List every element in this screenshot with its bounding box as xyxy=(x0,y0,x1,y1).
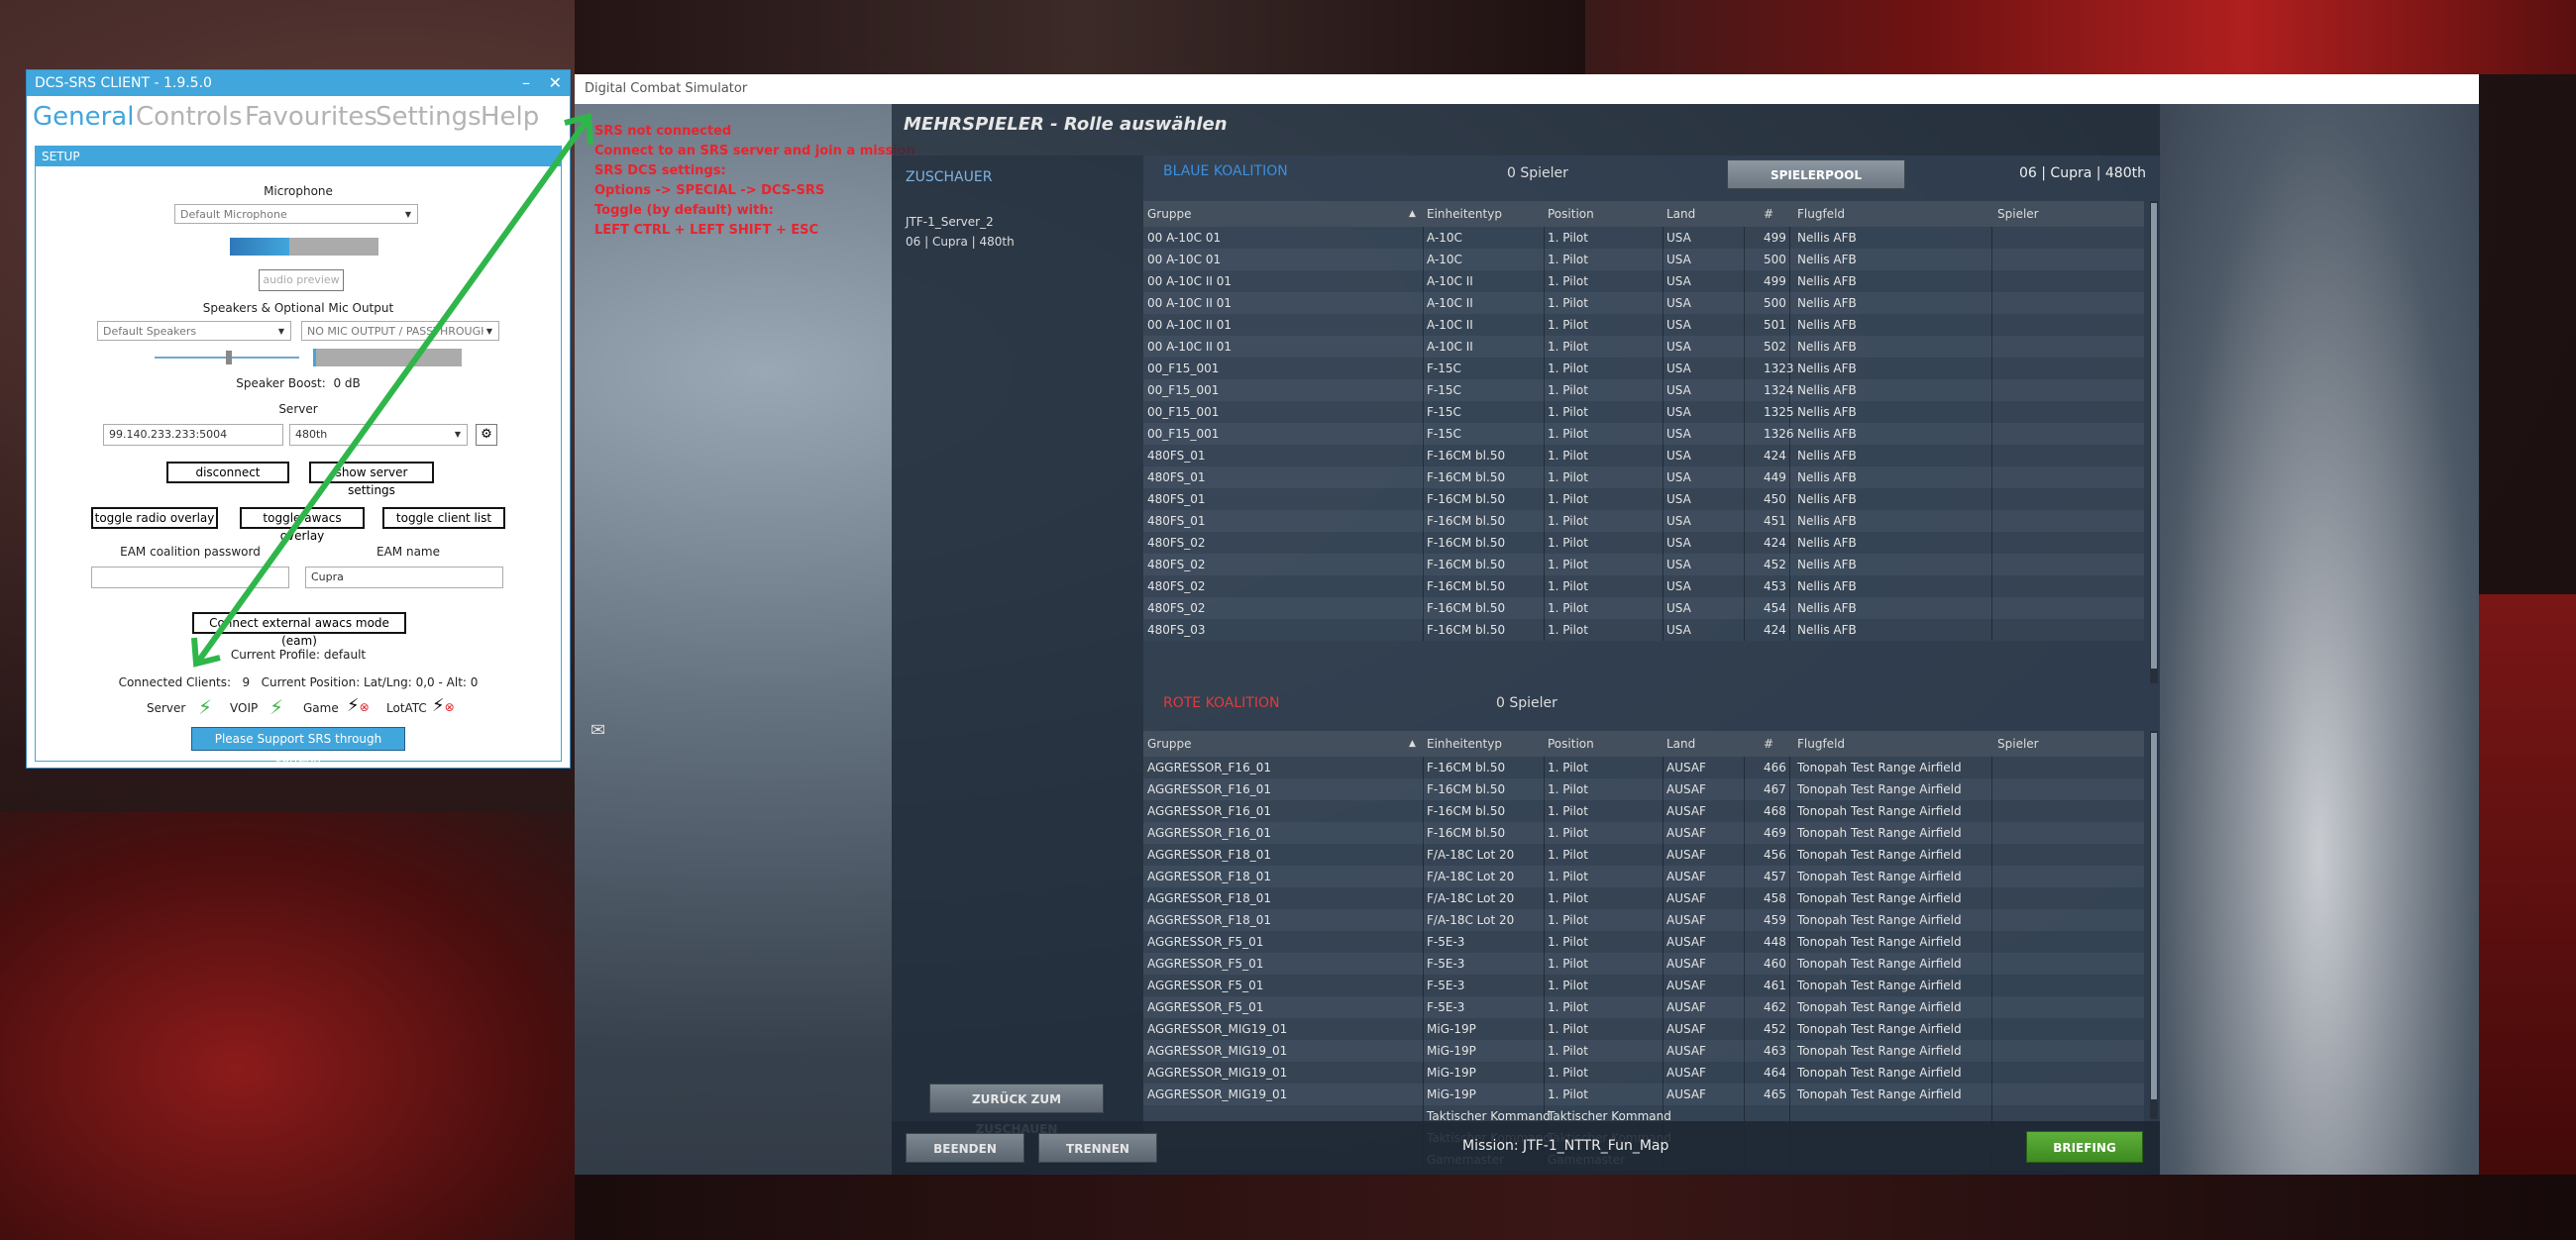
arrow-line xyxy=(195,119,590,664)
annotation-arrow xyxy=(191,113,593,668)
